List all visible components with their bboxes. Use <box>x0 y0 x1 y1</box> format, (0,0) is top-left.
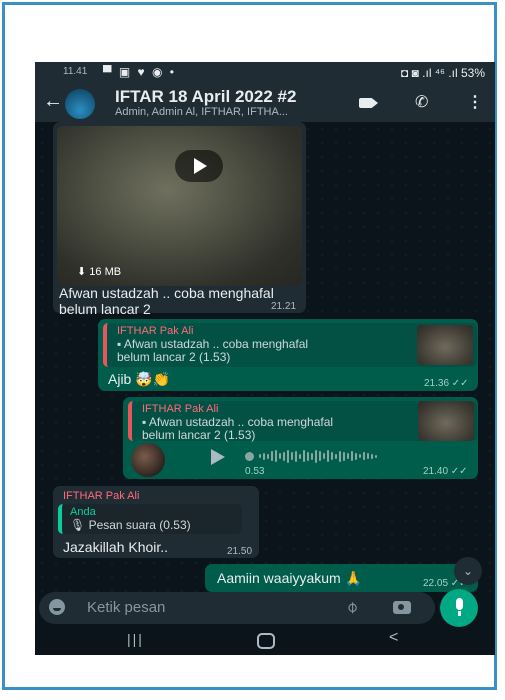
camera-icon[interactable] <box>393 601 411 614</box>
waveform-bar <box>343 451 345 461</box>
waveform-bar <box>339 450 341 462</box>
text-message[interactable]: Aamiin waaiyyakum 🙏 22.05 ✓✓ <box>205 564 478 592</box>
waveform-bar <box>315 449 317 463</box>
quoted-text-line: belum lancar 2 (1.53) <box>142 428 256 442</box>
message-input[interactable]: Ketik pesan <box>87 599 165 616</box>
message-time: 21.50 <box>227 546 253 557</box>
phone-icon[interactable]: ✆ <box>415 92 428 112</box>
waveform-bar <box>299 453 301 459</box>
quoted-text: ▪ Afwan ustadzah .. coba menghafal belum… <box>117 338 308 364</box>
message-time: 21.40 ✓✓ <box>423 466 468 477</box>
waveform-bar <box>295 450 297 462</box>
arrow-left-icon[interactable]: ← <box>43 90 63 113</box>
quoted-thumbnail <box>417 325 473 365</box>
message-text-line: belum lancar 2 <box>59 301 151 317</box>
quoted-message[interactable]: Anda 🎙 Pesan suara (0.53) <box>58 504 242 534</box>
audio-waveform[interactable] <box>259 449 377 463</box>
voice-duration: 0.53 <box>245 466 265 477</box>
message-text: Ajib 🤯👏 <box>108 371 171 387</box>
message-time: 21.36 ✓✓ <box>424 378 469 389</box>
reply-message[interactable]: IFTHAR Pak Ali ▪ Afwan ustadzah .. coba … <box>98 319 478 391</box>
message-input-bar[interactable]: Ketik pesan ⌀ <box>39 592 435 624</box>
quoted-text: ▪ Afwan ustadzah .. coba menghafal belum… <box>142 416 333 442</box>
waveform-bar <box>263 452 265 460</box>
status-right: ◘ ◙ .ıl ⁴⁶ .ıl 53% <box>401 66 485 80</box>
notification-icons: ▀ ▣ ♥ ◉ • <box>103 65 176 79</box>
quoted-message[interactable]: IFTHAR Pak Ali ▪ Afwan ustadzah .. coba … <box>103 323 477 367</box>
phone-screen: 11.41 ▀ ▣ ♥ ◉ • ◘ ◙ .ıl ⁴⁶ .ıl 53% ← IFT… <box>35 62 495 655</box>
attach-icon[interactable]: ⌀ <box>341 597 362 618</box>
quoted-sender: Anda <box>70 506 96 518</box>
reply-message[interactable]: IFTHAR Pak Ali Anda 🎙 Pesan suara (0.53)… <box>53 486 259 558</box>
screenshot-frame: 11.41 ▀ ▣ ♥ ◉ • ◘ ◙ .ıl ⁴⁶ .ıl 53% ← IFT… <box>2 2 497 690</box>
mic-icon[interactable] <box>440 589 478 627</box>
waveform-bar <box>323 453 325 459</box>
chat-area[interactable]: ⬇ 16 MB Afwan ustadzah .. coba menghafal… <box>35 122 495 592</box>
recent-apps-icon[interactable]: ||| <box>127 631 144 647</box>
status-bar: 11.41 ▀ ▣ ♥ ◉ • ◘ ◙ .ıl ⁴⁶ .ıl 53% <box>35 62 495 84</box>
mic-base <box>458 611 461 616</box>
play-icon[interactable] <box>211 449 225 465</box>
group-title[interactable]: IFTAR 18 April 2022 #2 <box>115 87 296 107</box>
emoji-icon[interactable] <box>49 599 65 615</box>
message-text: Jazakillah Khoir.. <box>63 539 169 555</box>
voice-message[interactable]: IFTHAR Pak Ali ▪ Afwan ustadzah .. coba … <box>123 397 478 479</box>
waveform-bar <box>283 451 285 461</box>
download-size[interactable]: ⬇ 16 MB <box>77 265 121 278</box>
waveform-bar <box>267 453 269 459</box>
group-members[interactable]: Admin, Admin Al, IFTHAR, IFTHA... <box>115 106 288 118</box>
message-text: Aamiin waaiyyakum 🙏 <box>217 570 363 586</box>
quoted-text: 🎙 Pesan suara (0.53) <box>70 518 191 532</box>
quoted-text-line: belum lancar 2 (1.53) <box>117 350 231 364</box>
chat-header: ← IFTAR 18 April 2022 #2 Admin, Admin Al… <box>35 84 495 122</box>
video-message[interactable]: ⬇ 16 MB Afwan ustadzah .. coba menghafal… <box>53 122 306 317</box>
system-nav-bar: ||| < <box>35 627 495 655</box>
mic-body <box>456 598 463 610</box>
waveform-bar <box>351 451 353 461</box>
waveform-bar <box>259 454 261 458</box>
group-avatar[interactable] <box>65 89 95 119</box>
waveform-bar <box>311 452 313 460</box>
quoted-thumbnail <box>418 401 474 441</box>
waveform-bar <box>307 451 309 461</box>
video-call-icon[interactable] <box>359 98 378 108</box>
waveform-bar <box>371 453 373 459</box>
play-icon[interactable] <box>175 150 223 182</box>
battery-level: 53% <box>460 66 485 80</box>
waveform-bar <box>287 449 289 463</box>
status-time: 11.41 <box>63 66 88 77</box>
message-text: Afwan ustadzah .. coba menghafal belum l… <box>59 285 274 317</box>
message-sender: IFTHAR Pak Ali <box>63 490 140 502</box>
waveform-bar <box>279 453 281 459</box>
video-thumbnail[interactable]: ⬇ 16 MB <box>57 126 302 286</box>
waveform-bar <box>375 454 377 458</box>
quoted-sender: IFTHAR Pak Ali <box>117 325 194 337</box>
file-size: 16 MB <box>89 266 122 278</box>
waveform-bar <box>363 452 365 460</box>
waveform-bar <box>335 453 337 459</box>
signal-icons: ◘ ◙ .ıl ⁴⁶ .ıl <box>401 66 458 80</box>
message-time: 21.21 <box>271 301 297 312</box>
waveform-bar <box>355 452 357 460</box>
waveform-bar <box>275 450 277 462</box>
chevron-down-icon[interactable]: ⌄ <box>454 557 482 585</box>
message-text-line: Afwan ustadzah .. coba menghafal <box>59 285 274 301</box>
waveform-bar <box>331 452 333 460</box>
waveform-bar <box>359 454 361 458</box>
more-icon[interactable]: ⋮ <box>467 92 483 112</box>
waveform-bar <box>291 452 293 460</box>
audio-seek-handle[interactable] <box>245 452 254 461</box>
waveform-bar <box>367 453 369 459</box>
back-icon[interactable]: < <box>389 629 398 647</box>
waveform-bar <box>303 450 305 462</box>
download-icon: ⬇ <box>77 266 87 278</box>
home-icon[interactable] <box>257 633 275 649</box>
quoted-message[interactable]: IFTHAR Pak Ali ▪ Afwan ustadzah .. coba … <box>128 401 477 442</box>
waveform-bar <box>271 451 273 461</box>
sender-avatar <box>131 443 165 477</box>
quoted-sender: IFTHAR Pak Ali <box>142 403 219 415</box>
waveform-bar <box>347 453 349 459</box>
waveform-bar <box>319 451 321 461</box>
waveform-bar <box>327 450 329 462</box>
